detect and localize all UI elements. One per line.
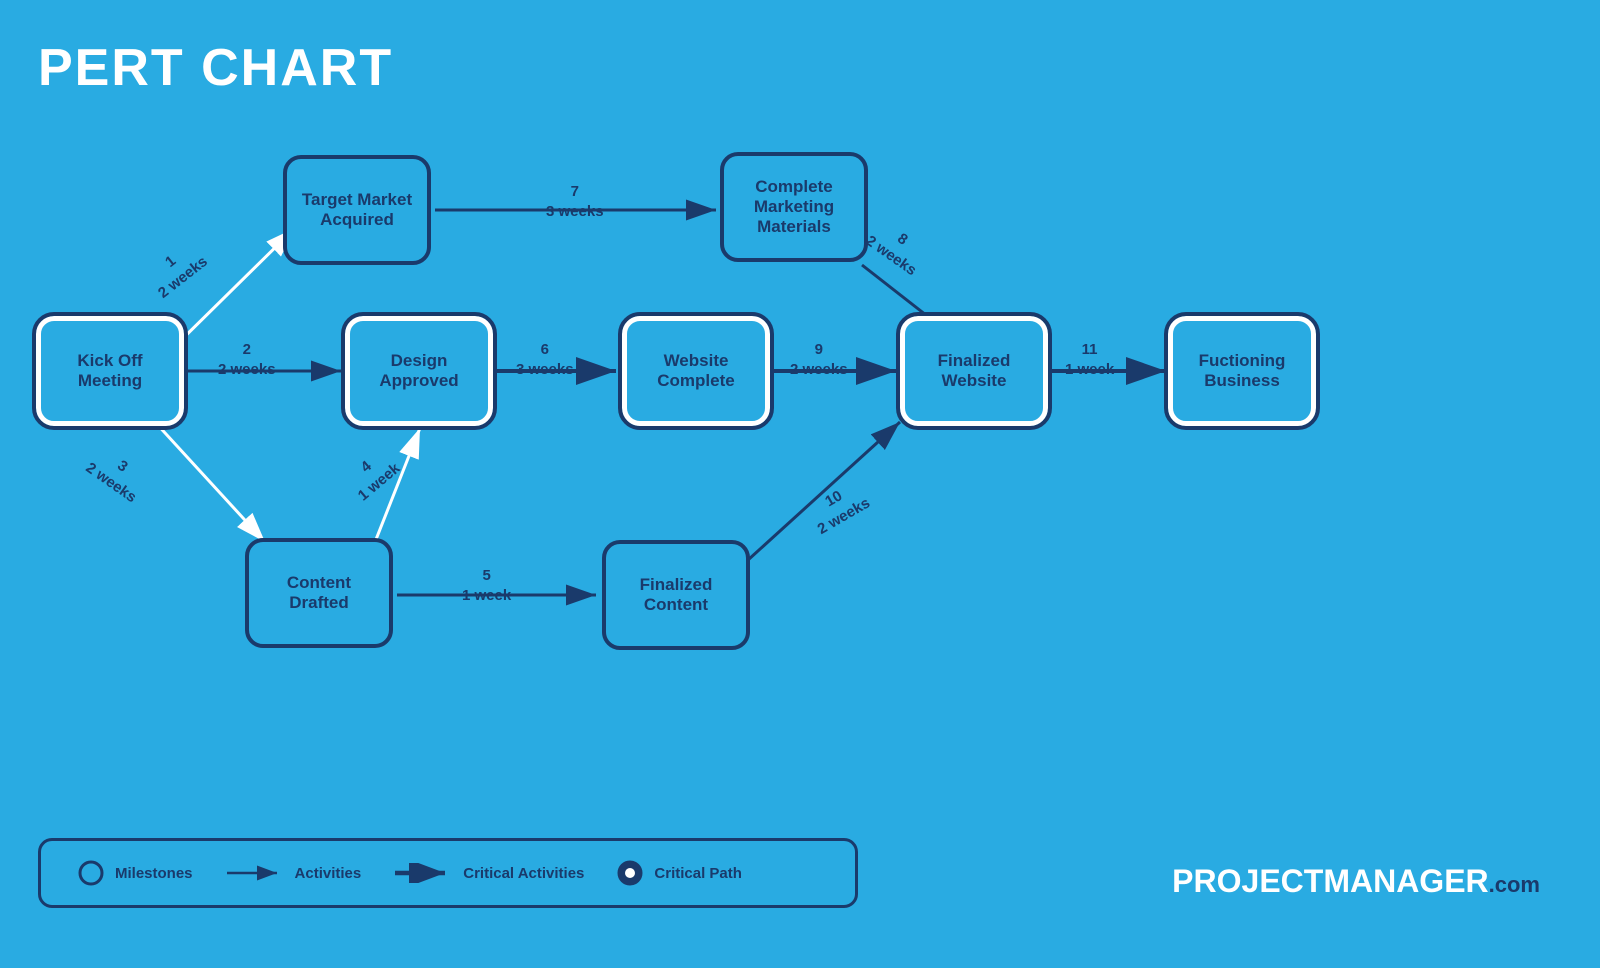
arrow-label-8: 8 2 weeks — [862, 215, 932, 280]
arrow-label-10: 10 2 weeks — [804, 476, 873, 539]
arrow-label-7: 7 3 weeks — [546, 182, 604, 221]
legend-milestones-label: Milestones — [115, 865, 193, 882]
node-label: ContentDrafted — [287, 573, 351, 613]
node-label: Kick OffMeeting — [77, 351, 142, 391]
node-content-drafted: ContentDrafted — [245, 538, 393, 648]
legend-critical-activities: Critical Activities — [393, 863, 584, 883]
arrow-label-1: 1 2 weeks — [142, 236, 211, 302]
legend: Milestones Activities Critical Activitie… — [38, 838, 858, 908]
node-kick-off-meeting: Kick OffMeeting — [36, 316, 184, 426]
arrow-thin-icon — [225, 863, 285, 883]
legend-critical-path: Critical Path — [616, 859, 742, 887]
arrow-label-11: 11 1 week — [1065, 340, 1114, 379]
node-finalized-website: FinalizedWebsite — [900, 316, 1048, 426]
arrow-thick-icon — [393, 863, 453, 883]
node-finalized-content: FinalizedContent — [602, 540, 750, 650]
node-website-complete: WebsiteComplete — [622, 316, 770, 426]
legend-milestones: Milestones — [77, 859, 193, 887]
legend-activities-label: Activities — [295, 865, 362, 882]
node-label: FuctioningBusiness — [1199, 351, 1286, 391]
circle-filled-icon — [616, 859, 644, 887]
project-manager-logo: PROJECTMANAGER.com — [1172, 863, 1540, 900]
node-functioning-business: FuctioningBusiness — [1168, 316, 1316, 426]
legend-activities: Activities — [225, 863, 362, 883]
arrow-label-2: 2 2 weeks — [218, 340, 276, 379]
circle-empty-icon — [77, 859, 105, 887]
arrow-label-9: 9 2 weeks — [790, 340, 848, 379]
node-target-market: Target MarketAcquired — [283, 155, 431, 265]
arrow-label-4: 4 1 week — [341, 444, 404, 506]
arrows-svg — [0, 0, 1600, 968]
node-label: WebsiteComplete — [657, 351, 734, 391]
legend-critical-activities-label: Critical Activities — [463, 865, 584, 882]
logo-dotcom: .com — [1489, 872, 1540, 897]
node-design-approved: DesignApproved — [345, 316, 493, 426]
node-label: FinalizedContent — [640, 575, 713, 615]
node-complete-marketing: CompleteMarketingMaterials — [720, 152, 868, 262]
arrow-label-6: 6 3 weeks — [516, 340, 574, 379]
arrow-label-5: 5 1 week — [462, 566, 511, 605]
legend-critical-path-label: Critical Path — [654, 865, 742, 882]
node-label: DesignApproved — [379, 351, 458, 391]
node-label: FinalizedWebsite — [938, 351, 1011, 391]
node-label: Target MarketAcquired — [302, 190, 412, 230]
logo-manager: MANAGER — [1323, 863, 1488, 899]
node-label: CompleteMarketingMaterials — [754, 177, 834, 237]
logo-project: PROJECT — [1172, 863, 1323, 899]
page-title: PERT CHART — [38, 38, 393, 98]
arrow-label-3: 3 2 weeks — [82, 442, 152, 507]
